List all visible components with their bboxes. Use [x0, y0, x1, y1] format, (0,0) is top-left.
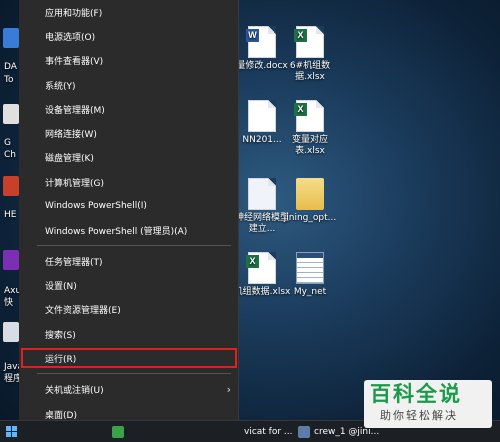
menu-item-label: Windows PowerShell(I) [45, 201, 147, 211]
excel-file-icon: X [246, 252, 276, 284]
app-shortcut-icon[interactable] [3, 28, 19, 48]
excel-file-icon: X [294, 26, 324, 58]
excel-file-icon: X [294, 100, 324, 132]
menu-item-powershell[interactable]: Windows PowerShell(I) [19, 195, 239, 217]
desktop-label: To [4, 75, 14, 85]
desktop-file-icon[interactable]: My_net [280, 252, 340, 298]
menu-item-network-connections[interactable]: 网络连接(W) [19, 122, 239, 144]
baike-watermark: 百科全说 助你轻松解决 [364, 380, 492, 428]
menu-item-label: 系统(Y) [45, 81, 76, 92]
menu-item-label: 事件查看器(V) [45, 56, 104, 67]
axure-icon[interactable] [3, 250, 19, 270]
menu-item-label: 任务管理器(T) [45, 257, 103, 268]
menu-item-label: 桌面(D) [45, 410, 77, 421]
menu-item-search[interactable]: 搜索(S) [19, 323, 239, 345]
desktop-label: DA [4, 62, 17, 72]
taskbar-app-navicat[interactable]: vicat for ... [244, 421, 293, 442]
start-button[interactable] [6, 426, 18, 438]
table-file-icon [296, 252, 324, 284]
file-icon [248, 100, 276, 132]
document-icon [248, 178, 276, 210]
windows-logo-icon [12, 432, 17, 437]
taskbar-app[interactable] [112, 421, 128, 442]
app-icon [112, 426, 124, 438]
folder-icon [296, 178, 324, 210]
menu-item-device-manager[interactable]: 设备管理器(M) [19, 98, 239, 120]
chrome-icon[interactable] [3, 104, 19, 124]
desktop-file-icon[interactable]: jining_opt... [280, 178, 340, 224]
desktop-label: 快 [4, 298, 14, 308]
menu-item-label: Windows PowerShell (管理员)(A) [45, 226, 188, 237]
menu-item-label: 电源选项(O) [45, 32, 96, 43]
desktop-label: Ch [4, 150, 16, 160]
java-icon[interactable] [3, 322, 19, 342]
menu-item-label: 设置(N) [45, 281, 77, 292]
menu-item-label: 网络连接(W) [45, 129, 97, 140]
menu-item-label: 计算机管理(G) [45, 178, 104, 189]
app-shortcut-icon[interactable] [3, 176, 19, 196]
menu-divider [37, 245, 231, 246]
windows-logo-icon [6, 432, 11, 437]
taskbar-app-label: crew_1 @jini... [314, 427, 380, 437]
menu-item-apps-features[interactable]: 应用和功能(F) [19, 1, 239, 23]
watermark-subtitle: 助你轻松解决 [380, 409, 458, 422]
menu-item-label: 关机或注销(U) [45, 385, 104, 396]
windows-logo-icon [6, 426, 11, 431]
taskbar-app-label: vicat for ... [244, 427, 293, 437]
menu-item-disk-management[interactable]: 磁盘管理(K) [19, 146, 239, 168]
menu-item-file-explorer[interactable]: 文件资源管理器(E) [19, 298, 239, 320]
menu-item-label: 应用和功能(F) [45, 8, 103, 19]
desktop-file-label: My_net [293, 287, 327, 297]
desktop-label: HE [4, 210, 17, 220]
desktop-file-label: jining_opt... [283, 213, 337, 223]
windows-logo-icon [12, 426, 17, 431]
menu-item-shutdown-signout[interactable]: 关机或注销(U) › [19, 378, 239, 400]
chevron-right-icon: › [226, 383, 231, 396]
menu-item-system[interactable]: 系统(Y) [19, 74, 239, 96]
menu-item-label: 设备管理器(M) [45, 105, 105, 116]
menu-item-label: 搜索(S) [45, 330, 76, 341]
desktop-label: G [4, 138, 11, 148]
menu-item-power-options[interactable]: 电源选项(O) [19, 25, 239, 47]
menu-item-powershell-admin[interactable]: Windows PowerShell (管理员)(A) [19, 219, 239, 241]
run-highlight-box [21, 348, 237, 368]
watermark-title: 百科全说 [370, 382, 462, 406]
desktop-file-icon[interactable]: X 6#机组数据.xlsx [280, 26, 340, 83]
menu-item-event-viewer[interactable]: 事件查看器(V) [19, 49, 239, 71]
word-document-icon: W [246, 26, 276, 58]
desktop-file-label: 变量对应表.xlsx [291, 135, 328, 156]
menu-item-label: 磁盘管理(K) [45, 153, 94, 164]
menu-item-settings[interactable]: 设置(N) [19, 274, 239, 296]
desktop-file-icon[interactable]: X 变量对应表.xlsx [280, 100, 340, 157]
menu-item-label: 文件资源管理器(E) [45, 305, 121, 316]
terminal-icon [298, 426, 310, 438]
menu-item-task-manager[interactable]: 任务管理器(T) [19, 250, 239, 272]
menu-item-computer-management[interactable]: 计算机管理(G) [19, 171, 239, 193]
menu-divider [37, 373, 231, 374]
desktop-file-label: 6#机组数据.xlsx [289, 61, 331, 82]
